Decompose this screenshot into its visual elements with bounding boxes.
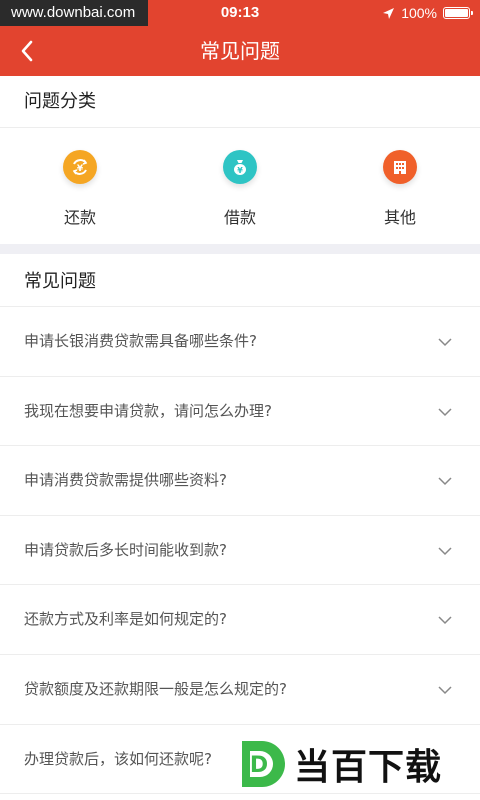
category-label: 其他	[383, 208, 416, 227]
location-arrow-icon	[383, 7, 395, 19]
money-bag-icon: ¥	[223, 150, 257, 184]
faq-item[interactable]: 我现在想要申请贷款，请问怎么办理?	[0, 377, 480, 447]
chevron-down-icon	[438, 616, 452, 625]
svg-text:¥: ¥	[237, 166, 243, 175]
yen-cycle-icon: ¥	[63, 150, 97, 184]
category-label: 借款	[223, 208, 256, 227]
faq-list: 申请长银消费贷款需具备哪些条件? 我现在想要申请贷款，请问怎么办理? 申请消费贷…	[0, 307, 480, 795]
category-section-header: 问题分类	[0, 76, 480, 128]
faq-question: 办理贷款后，该如何还款呢?	[24, 749, 212, 768]
brand-name: 当百下载	[294, 747, 443, 788]
faq-question: 还款方式及利率是如何规定的?	[24, 610, 227, 629]
faq-question: 申请消费贷款需提供哪些资料?	[24, 471, 227, 490]
chevron-down-icon	[438, 547, 452, 555]
chevron-down-icon	[438, 686, 452, 695]
faq-item[interactable]: 申请消费贷款需提供哪些资料?	[0, 446, 480, 516]
faq-question: 申请贷款后多长时间能收到款?	[24, 540, 227, 559]
faq-item[interactable]: 贷款额度及还款期限一般是怎么规定的?	[0, 655, 480, 725]
battery-percent: 100%	[401, 5, 437, 21]
category-borrow[interactable]: ¥ 借款	[160, 128, 320, 244]
app-header: www.downbai.com 09:13 100% 常见问题	[0, 0, 480, 76]
svg-text:¥: ¥	[77, 164, 84, 174]
chevron-down-icon	[438, 477, 452, 486]
status-indicators: 100%	[382, 4, 473, 22]
chevron-down-icon	[438, 408, 452, 416]
category-grid: ¥ 还款 ¥ 借款 其他	[0, 128, 480, 244]
brand-logo-icon: D	[232, 737, 286, 791]
faq-section-header: 常见问题	[0, 254, 480, 307]
category-other[interactable]: 其他	[320, 128, 480, 244]
faq-item[interactable]: 申请贷款后多长时间能收到款?	[0, 516, 480, 586]
building-icon	[383, 150, 417, 184]
category-repayment[interactable]: ¥ 还款	[0, 128, 160, 244]
category-label: 还款	[63, 208, 96, 227]
faq-item[interactable]: 申请长银消费贷款需具备哪些条件?	[0, 307, 480, 377]
faq-question: 申请长银消费贷款需具备哪些条件?	[24, 332, 257, 350]
faq-item[interactable]: 还款方式及利率是如何规定的?	[0, 585, 480, 655]
section-divider	[0, 244, 480, 254]
category-section-title: 问题分类	[24, 91, 96, 112]
chevron-down-icon	[438, 338, 452, 347]
faq-question: 贷款额度及还款期限一般是怎么规定的?	[24, 679, 287, 698]
brand-watermark: D 当百下载	[232, 736, 442, 792]
battery-icon	[443, 7, 473, 19]
brand-letter: D	[250, 753, 268, 778]
faq-question: 我现在想要申请贷款，请问怎么办理?	[24, 401, 272, 420]
faq-section-title: 常见问题	[24, 271, 96, 292]
page-title: 常见问题	[200, 39, 280, 63]
nav-bar: 常见问题	[0, 26, 480, 76]
status-bar: www.downbai.com 09:13 100%	[0, 0, 480, 26]
